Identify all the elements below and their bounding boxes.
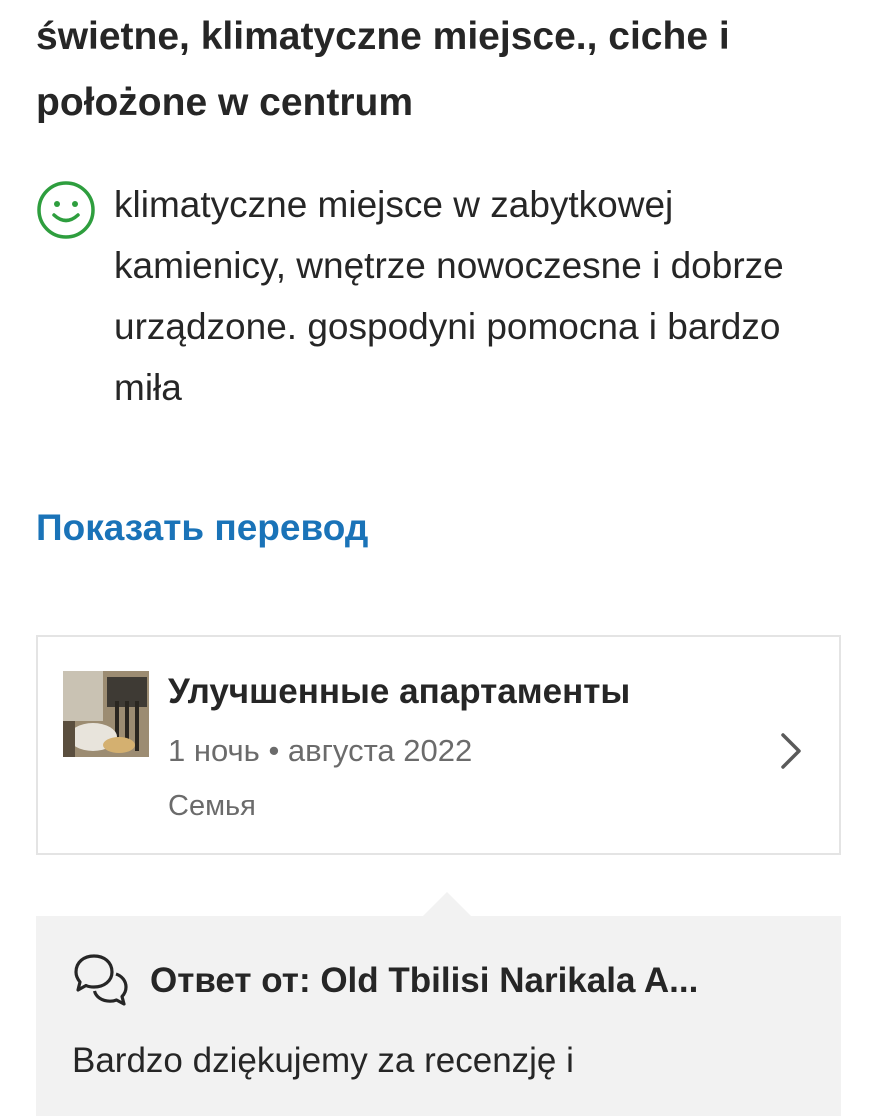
show-translation-link[interactable]: Показать перевод [36, 500, 368, 556]
stay-details: 1 ночь • августа 2022 [168, 733, 473, 768]
traveler-type: Семья [168, 790, 256, 822]
response-text: Bardzo dziękujemy za recenzję i [72, 1041, 574, 1080]
room-thumbnail [63, 671, 149, 757]
response-notch [423, 892, 471, 916]
owner-response: Ответ от: Old Tbilisi Narikala A... Bard… [36, 892, 841, 1116]
chat-bubbles-icon [74, 954, 128, 1006]
positive-comment-text: klimatyczne miejsce w zabytkowej kamieni… [114, 184, 784, 408]
room-name: Улучшенные апартаменты [168, 672, 631, 711]
chevron-right-icon [781, 733, 801, 769]
stay-info-card[interactable]: Улучшенные апартаменты 1 ночь • августа … [36, 635, 841, 855]
response-heading: Ответ от: Old Tbilisi Narikala A... [150, 961, 699, 1000]
smile-icon [37, 181, 95, 239]
review-title: świetne, klimatyczne miejsce., ciche i p… [36, 15, 730, 124]
